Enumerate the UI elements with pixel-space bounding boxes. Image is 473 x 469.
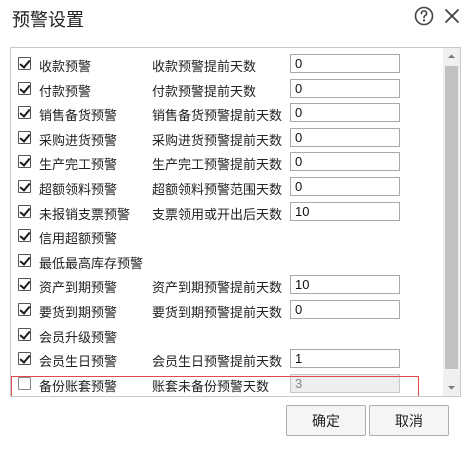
scroll-up-arrow-icon[interactable] — [443, 48, 460, 65]
days-label: 销售备货预警提前天数 — [152, 108, 283, 124]
warning-name-label: 资产到期预警 — [39, 280, 118, 296]
days-input[interactable] — [290, 300, 400, 319]
settings-row: 付款预警 付款预警提前天数 — [11, 77, 441, 101]
days-label: 会员生日预警提前天数 — [152, 354, 283, 370]
warning-name-label: 收款预警 — [39, 59, 92, 74]
days-label: 付款预警提前天数 — [152, 83, 257, 99]
days-input[interactable] — [290, 275, 400, 295]
settings-row: 会员生日预警 会员生日预警提前天数 — [11, 347, 441, 371]
days-label: 资产到期预警提前天数 — [152, 280, 283, 296]
warning-name-label: 会员升级预警 — [39, 329, 118, 345]
days-input[interactable] — [290, 349, 400, 369]
days-label: 超额领料预警范围天数 — [152, 182, 283, 197]
days-input[interactable] — [290, 201, 400, 221]
cancel-button[interactable]: 取消 — [369, 405, 449, 436]
days-label: 要货到期预警提前天数 — [152, 305, 283, 320]
enable-checkbox[interactable] — [18, 327, 31, 341]
enable-checkbox[interactable] — [18, 253, 31, 267]
warning-name-label: 要货到期预警 — [39, 305, 118, 320]
days-input[interactable] — [290, 152, 400, 172]
settings-row: 会员升级预警 — [11, 323, 441, 347]
days-input[interactable] — [290, 127, 400, 147]
enable-checkbox[interactable] — [18, 352, 31, 366]
settings-row: 超额领料预警 超额领料预警范围天数 — [11, 175, 441, 199]
days-label: 采购进货预警提前天数 — [152, 132, 283, 148]
warning-name-label: 未报销支票预警 — [39, 206, 131, 222]
help-circle-icon[interactable] — [414, 6, 434, 26]
warning-settings-dialog: 预警设置 收款预警收款预警提前天数付款预警付款预警提前天数销售备货预警销售备货预… — [0, 0, 473, 469]
days-input[interactable] — [290, 54, 400, 73]
enable-checkbox[interactable] — [18, 130, 31, 144]
settings-row: 生产完工预警 生产完工预警提前天数 — [11, 150, 441, 174]
warning-name-label: 信用超额预警 — [39, 231, 118, 247]
enable-checkbox[interactable] — [18, 204, 31, 218]
settings-row: 采购进货预警 采购进货预警提前天数 — [11, 126, 441, 150]
settings-row: 最低最高库存预警 — [11, 249, 441, 273]
settings-row: 资产到期预警 资产到期预警提前天数 — [11, 273, 441, 297]
dialog-title: 预警设置 — [12, 10, 84, 30]
days-input[interactable] — [290, 103, 400, 123]
days-label: 支票领用或开出后天数 — [152, 206, 283, 222]
highlight-box — [11, 376, 419, 396]
settings-row: 要货到期预警 要货到期预警提前天数 — [11, 298, 441, 322]
warning-name-label: 销售备货预警 — [39, 108, 118, 124]
enable-checkbox[interactable] — [18, 106, 31, 120]
warning-name-label: 生产完工预警 — [39, 157, 118, 173]
days-label: 收款预警提前天数 — [152, 59, 257, 74]
settings-list-panel: 收款预警 收款预警提前天数付款预警 付款预警提前天数销售备货预警 销售备货预警提前天数… — [10, 47, 461, 397]
days-input[interactable] — [290, 177, 400, 196]
enable-checkbox[interactable] — [18, 180, 31, 193]
scroll-thumb[interactable] — [445, 66, 458, 369]
warning-name-label: 超额领料预警 — [39, 182, 118, 197]
warning-name-label: 会员生日预警 — [39, 354, 118, 370]
warning-name-label: 最低最高库存预警 — [39, 255, 144, 271]
settings-row: 信用超额预警 — [11, 224, 441, 248]
warning-name-label: 采购进货预警 — [39, 132, 118, 148]
ok-button[interactable]: 确定 — [286, 405, 366, 436]
settings-row: 未报销支票预警 支票领用或开出后天数 — [11, 200, 441, 224]
days-label: 生产完工预警提前天数 — [152, 157, 283, 173]
enable-checkbox[interactable] — [18, 57, 31, 70]
scroll-down-arrow-icon[interactable] — [443, 379, 460, 396]
warning-name-label: 付款预警 — [39, 83, 92, 99]
days-input[interactable] — [290, 78, 400, 98]
enable-checkbox[interactable] — [18, 81, 31, 95]
enable-checkbox[interactable] — [18, 278, 31, 292]
settings-row: 收款预警 收款预警提前天数 — [11, 52, 441, 76]
enable-checkbox[interactable] — [18, 155, 31, 169]
title-bar: 预警设置 — [0, 0, 473, 36]
settings-row: 销售备货预警 销售备货预警提前天数 — [11, 101, 441, 125]
vertical-scrollbar[interactable] — [443, 48, 460, 396]
enable-checkbox[interactable] — [18, 229, 31, 243]
close-icon[interactable] — [443, 7, 461, 25]
enable-checkbox[interactable] — [18, 303, 31, 316]
